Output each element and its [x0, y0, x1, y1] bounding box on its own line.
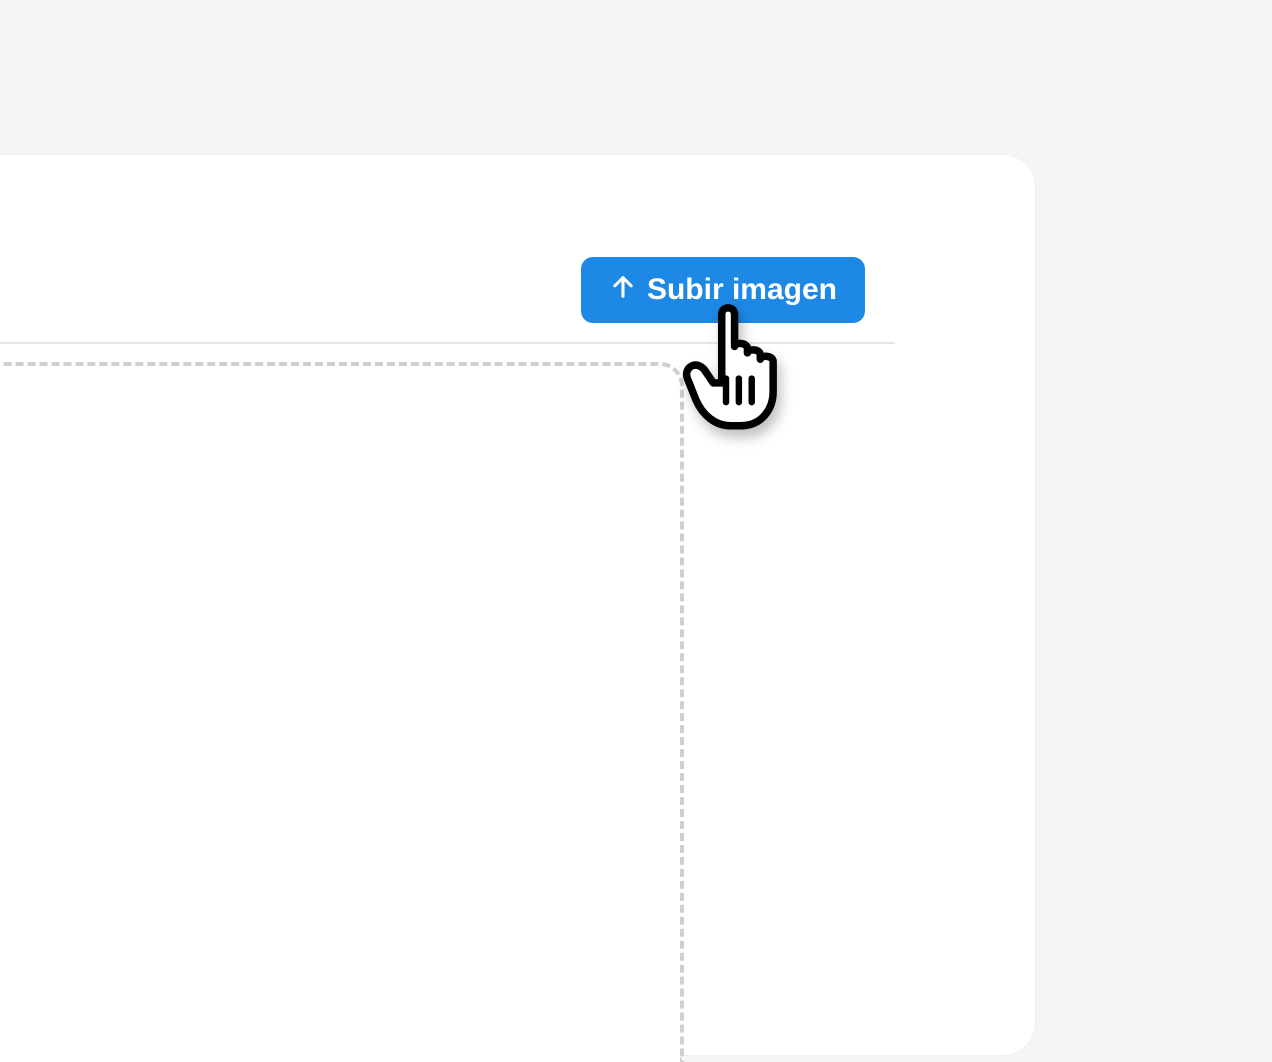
arrow-up-icon [609, 273, 637, 307]
page-frame: Subir imagen [0, 0, 1272, 836]
upload-button-label: Subir imagen [647, 273, 837, 307]
header-divider [0, 342, 895, 344]
image-dropzone[interactable] [0, 362, 684, 1062]
upload-panel: Subir imagen [0, 155, 1035, 1055]
upload-button[interactable]: Subir imagen [581, 257, 865, 323]
panel-header: Subir imagen [0, 250, 1035, 330]
